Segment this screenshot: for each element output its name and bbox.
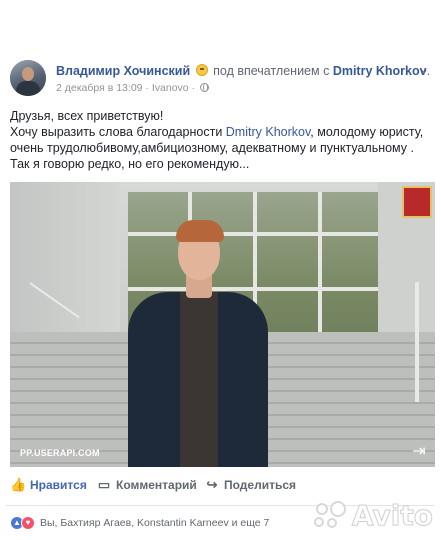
- building-sign: [402, 186, 432, 218]
- avatar[interactable]: [10, 60, 46, 96]
- like-icon: 👍: [10, 477, 27, 492]
- post-photo[interactable]: PP.USERAPI.COM ⇥: [10, 182, 435, 467]
- chevron-down-icon[interactable]: ⌄: [417, 62, 431, 76]
- post-header: Владимир Хочинский под впечатлением с Dm…: [10, 60, 431, 96]
- avito-wordmark: Avito: [351, 498, 433, 532]
- like-label: Нравится: [30, 478, 87, 492]
- smile-emoji-icon: [195, 64, 208, 76]
- share-button[interactable]: ↪ Поделиться: [204, 477, 297, 493]
- post-text-line: Так я говорю редко, но его рекомендую...: [10, 157, 250, 171]
- post-actions: 👍 Нравится ▭ Комментарий ↪ Поделиться: [10, 478, 431, 496]
- comment-label: Комментарий: [116, 478, 197, 492]
- share-label: Поделиться: [224, 478, 297, 492]
- post-text-line: очень трудолюбивому,амбициозному, адеква…: [10, 141, 414, 155]
- post-location[interactable]: Ivanovo: [152, 82, 189, 94]
- post-meta: 2 декабря в 13:09 · Ivanovo ·: [56, 82, 209, 94]
- globe-icon: [199, 83, 209, 92]
- feeling-text: под впечатлением с: [213, 64, 330, 78]
- share-out-icon[interactable]: ⇥: [409, 443, 429, 461]
- avito-watermark: Avito: [313, 498, 434, 532]
- reactions-summary[interactable]: ▲ ♥ Вы, Бахтияр Агаев, Konstantin Karnee…: [10, 515, 269, 531]
- react-love-icon: ♥: [21, 516, 35, 530]
- share-icon: ↪: [206, 477, 218, 492]
- photo-watermark: PP.USERAPI.COM: [20, 448, 100, 458]
- tagged-user[interactable]: Dmitry Khorkov: [333, 64, 427, 78]
- avito-logo-icon: [313, 501, 348, 529]
- author-name[interactable]: Владимир Хочинский: [56, 64, 190, 78]
- reactions-text: Вы, Бахтияр Агаев, Konstantin Karneev и …: [40, 517, 270, 529]
- comment-button[interactable]: ▭ Комментарий: [96, 477, 197, 493]
- author-line: Владимир Хочинский под впечатлением с Dm…: [56, 64, 430, 78]
- post-text-line: Друзья, всех приветствую!: [10, 109, 164, 123]
- post-text-line: Хочу выразить слова благодарности Dmitry…: [10, 125, 424, 139]
- post-date[interactable]: 2 декабря в 13:09: [56, 82, 143, 94]
- post-text: Друзья, всех приветствую! Хочу выразить …: [10, 108, 434, 172]
- like-button[interactable]: 👍 Нравится: [10, 477, 87, 493]
- mention-link[interactable]: Dmitry Khorkov: [226, 125, 311, 139]
- comment-icon: ▭: [97, 477, 111, 492]
